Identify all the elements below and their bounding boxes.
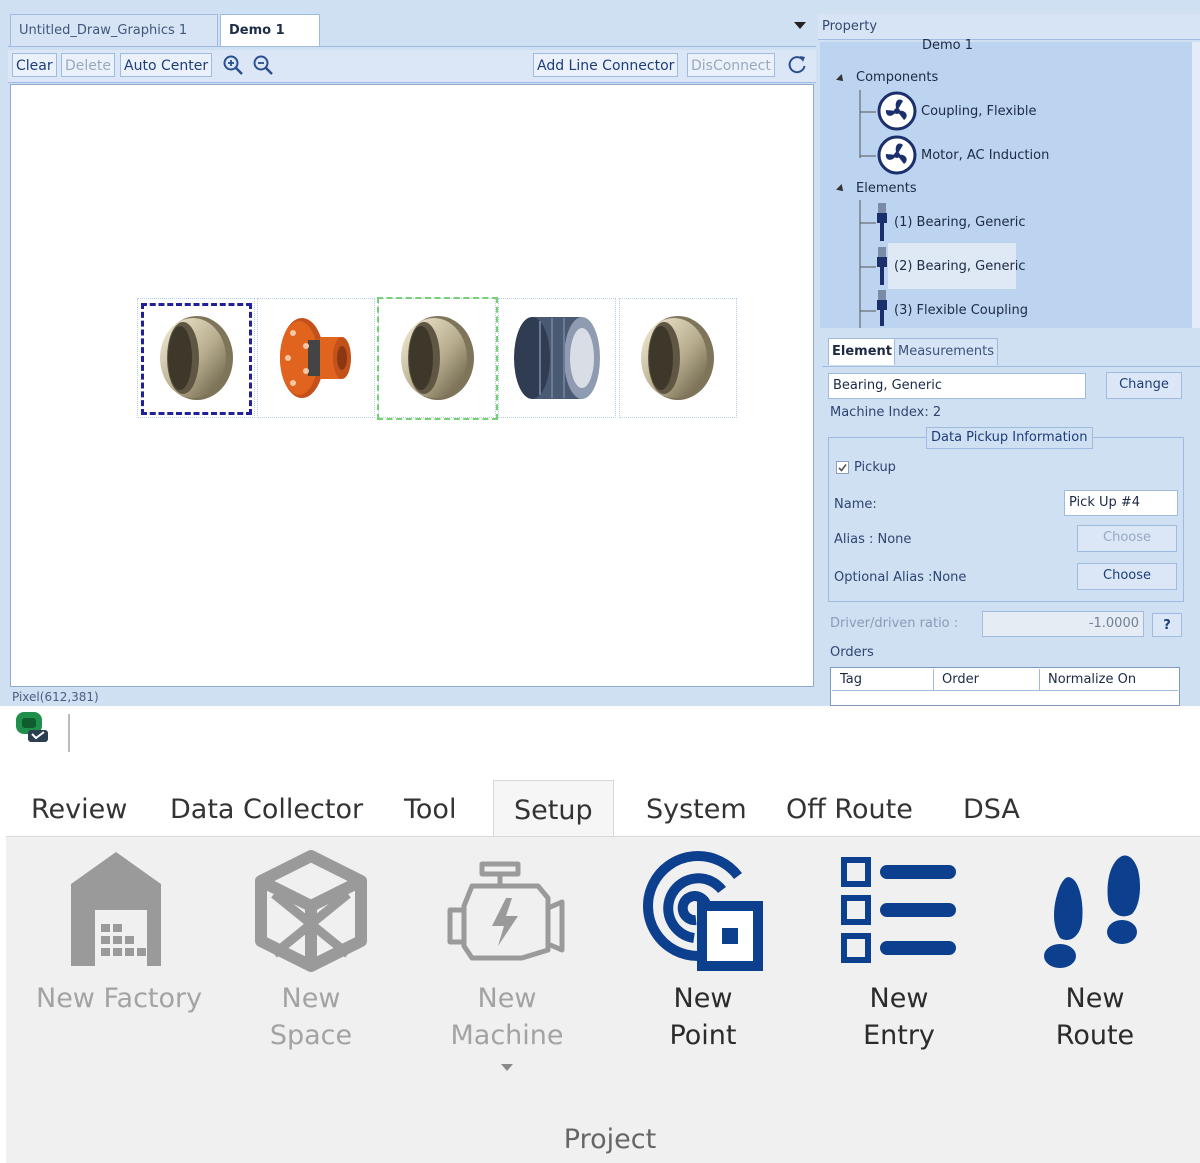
tree-component-motor[interactable]: Motor, AC Induction [921, 148, 1049, 163]
pickup-name-field[interactable]: Pick Up #4 [1064, 490, 1178, 516]
new-entry-button[interactable]: New Entry [824, 846, 974, 1066]
new-machine-label-line1: New [477, 983, 537, 1014]
tab-system[interactable]: System [646, 786, 747, 834]
auto-center-button[interactable]: Auto Center [120, 53, 213, 77]
tab-data-collector[interactable]: Data Collector [170, 786, 363, 834]
tree-components-label[interactable]: Components [856, 70, 938, 85]
zoom-out-icon[interactable] [252, 54, 274, 76]
tab-measurements[interactable]: Measurements [894, 338, 999, 365]
delete-button[interactable]: Delete [61, 53, 115, 77]
tab-dsa[interactable]: DSA [963, 786, 1020, 834]
motor-icon[interactable] [510, 313, 600, 403]
new-machine-label-line2: Machine [450, 1020, 564, 1051]
alias-label: Alias : None [834, 532, 912, 547]
add-line-connector-button[interactable]: Add Line Connector [533, 53, 679, 77]
machine-index-label: Machine Index: 2 [830, 405, 942, 420]
change-button[interactable]: Change [1106, 372, 1182, 399]
zoom-in-icon[interactable] [222, 54, 244, 76]
property-panel-title: Property [818, 14, 1200, 40]
footprints-icon [1044, 855, 1140, 968]
factory-icon [71, 852, 161, 966]
bearing-icon[interactable] [390, 313, 480, 403]
tab-untitled-draw-graphics[interactable]: Untitled_Draw_Graphics 1 [10, 14, 218, 46]
coupling-icon[interactable] [268, 313, 358, 403]
pickup-label: Pickup [854, 460, 896, 475]
bearing-icon[interactable] [630, 313, 720, 403]
tab-demo-1[interactable]: Demo 1 [220, 14, 320, 46]
cube-icon [255, 850, 367, 972]
engine-icon [447, 861, 565, 961]
quick-access-separator [68, 714, 70, 752]
data-pickup-group-title: Data Pickup Information [926, 427, 1093, 449]
element-name-field[interactable]: Bearing, Generic [828, 373, 1086, 399]
refresh-icon[interactable] [786, 54, 808, 76]
tree-element-3[interactable]: (3) Flexible Coupling [894, 303, 1028, 318]
tree-scrollbar[interactable] [1192, 42, 1200, 328]
ribbon-group-project-label: Project [563, 1124, 657, 1155]
fan-icon [877, 135, 917, 175]
dropdown-arrow-icon[interactable] [499, 1062, 515, 1072]
new-point-button[interactable]: New Point [628, 846, 778, 1066]
ratio-help-button[interactable]: ? [1152, 613, 1182, 637]
sensor-icon [877, 247, 887, 285]
bearing-icon[interactable] [149, 313, 239, 403]
new-factory-label: New Factory [36, 983, 203, 1014]
new-route-button[interactable]: New Route [1020, 846, 1170, 1066]
pickup-checkbox[interactable] [836, 461, 849, 474]
driver-driven-ratio-label: Driver/driven ratio : [830, 616, 959, 631]
tab-setup[interactable]: Setup [493, 780, 614, 837]
tree-element-1[interactable]: (1) Bearing, Generic [894, 215, 1026, 230]
new-space-label-line2: Space [269, 1020, 353, 1051]
tab-off-route[interactable]: Off Route [786, 786, 913, 834]
pixel-coordinate-status: Pixel(612,381) [12, 690, 99, 704]
fan-icon [877, 91, 917, 131]
new-route-label-line2: Route [1055, 1020, 1135, 1051]
new-space-button[interactable]: New Space [236, 846, 386, 1066]
new-point-label-line2: Point [669, 1020, 737, 1051]
name-label: Name: [834, 497, 877, 512]
new-space-label-line1: New [281, 983, 341, 1014]
driver-driven-ratio-field[interactable]: -1.0000 [982, 611, 1144, 637]
tab-review[interactable]: Review [31, 786, 127, 834]
new-route-label-line1: New [1065, 983, 1125, 1014]
tree-element-2[interactable]: (2) Bearing, Generic [894, 259, 1026, 274]
new-point-label-line1: New [673, 983, 733, 1014]
orders-column-tag[interactable]: Tag [832, 669, 934, 691]
tab-tool[interactable]: Tool [404, 786, 456, 834]
tab-list-dropdown-icon[interactable] [794, 22, 806, 29]
disconnect-button[interactable]: DisConnect [687, 53, 775, 77]
clear-button[interactable]: Clear [12, 53, 57, 77]
new-entry-label-line2: Entry [863, 1020, 935, 1051]
app-logo-icon[interactable] [10, 710, 50, 744]
orders-label: Orders [830, 645, 874, 660]
tree-root-label[interactable]: Demo 1 [922, 38, 973, 53]
tree-component-coupling[interactable]: Coupling, Flexible [921, 104, 1037, 119]
point-icon [643, 851, 763, 971]
choose-optional-alias-button[interactable]: Choose [1077, 563, 1177, 590]
tab-element[interactable]: Element [828, 338, 896, 365]
list-icon [841, 857, 956, 963]
optional-alias-label: Optional Alias :None [834, 570, 967, 585]
choose-alias-button[interactable]: Choose [1077, 525, 1177, 552]
new-factory-button[interactable]: New Factory [36, 846, 203, 1026]
sensor-icon [877, 203, 887, 241]
new-machine-button[interactable]: New Machine [432, 846, 582, 1078]
sensor-icon [877, 290, 887, 326]
orders-column-normalize-on[interactable]: Normalize On [1040, 669, 1178, 691]
tree-elements-label[interactable]: Elements [856, 181, 917, 196]
new-entry-label-line1: New [869, 983, 929, 1014]
orders-column-order[interactable]: Order [934, 669, 1040, 691]
check-icon [838, 464, 847, 472]
